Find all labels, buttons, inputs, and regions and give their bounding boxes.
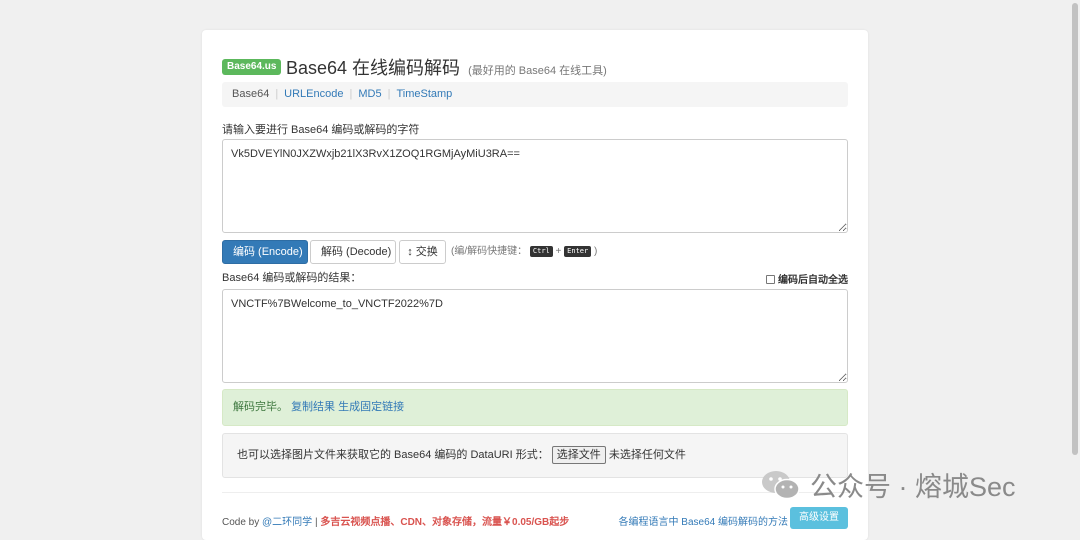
wechat-icon (762, 470, 800, 499)
main-card: Base64.us Base64 在线编码解码 (最好用的 Base64 在线工… (202, 30, 868, 540)
swap-button[interactable]: ↕ 交换 (399, 240, 446, 264)
scrollbar-thumb[interactable] (1072, 3, 1078, 455)
kbd-ctrl: Ctrl (529, 245, 553, 257)
footer-credits: Code by @二环同学 | 多吉云视频点播、CDN、对象存储，流量￥0.05… (222, 513, 569, 528)
choose-file-button[interactable]: 选择文件 (551, 446, 606, 465)
swap-arrows-icon: ↕ (407, 246, 413, 258)
nav-item-urlencode[interactable]: URLEncode (284, 88, 343, 100)
nav-item-timestamp[interactable]: TimeStamp (396, 88, 452, 100)
status-alert: 解码完毕。 复制结果 生成固定链接 (222, 389, 848, 426)
brand-badge[interactable]: Base64.us (222, 59, 282, 75)
watermark: 公众号 · 熔城Sec (760, 465, 1016, 504)
auto-select-checkbox[interactable] (766, 275, 775, 284)
encode-button[interactable]: 编码 (Encode) (222, 240, 308, 264)
copy-result-link[interactable]: 复制结果 (291, 401, 335, 413)
auto-select-label: 编码后自动全选 (778, 275, 848, 286)
kbd-enter: Enter (564, 245, 592, 257)
nav-separator: | (387, 88, 391, 100)
ad-link[interactable]: 多吉云视频点播、CDN、对象存储，流量￥0.05/GB起步 (320, 517, 569, 528)
output-textarea[interactable]: VNCTF%7BWelcome_to_VNCTF2022%7D (222, 289, 848, 383)
watermark-text: 公众号 · 熔城Sec (810, 472, 1016, 502)
nav-separator: | (275, 88, 279, 100)
permalink-link[interactable]: 生成固定链接 (338, 401, 404, 413)
methods-link[interactable]: 各编程语言中 Base64 编码解码的方法 (619, 513, 788, 528)
output-label: Base64 编码或解码的结果： (222, 272, 362, 284)
footer-divider (222, 492, 848, 493)
page-title: Base64 在线编码解码 (最好用的 Base64 在线工具) (286, 54, 607, 80)
input-textarea[interactable]: Vk5DVEYlN0JXZWxjb21lX3RvX1ZOQ1RGMjAyMiU3… (222, 139, 848, 233)
decode-button[interactable]: 解码 (Decode) (310, 240, 396, 264)
hint-plus: + (555, 246, 562, 257)
advanced-settings-button[interactable]: 高级设置 (790, 507, 848, 529)
nav-item-base64[interactable]: Base64 (232, 88, 269, 100)
upload-panel: 也可以选择图片文件来获取它的 Base64 编码的 DataURI 形式： 选择… (222, 433, 848, 478)
input-label: 请输入要进行 Base64 编码或解码的字符 (222, 124, 420, 136)
upload-text: 也可以选择图片文件来获取它的 Base64 编码的 DataURI 形式： (237, 449, 549, 461)
nav-item-md5[interactable]: MD5 (358, 88, 381, 100)
status-message: 解码完毕。 (233, 401, 288, 413)
code-by-label: Code by (222, 517, 260, 528)
page-scrollbar[interactable] (1070, 0, 1080, 525)
author-link[interactable]: @二环同学 (262, 517, 312, 528)
no-file-text: 未选择任何文件 (608, 449, 686, 461)
auto-select-option[interactable]: 编码后自动全选 (766, 271, 848, 286)
tool-nav: Base64 | URLEncode | MD5 | TimeStamp (222, 82, 848, 107)
shortcut-hint: (编/解码快捷键： Ctrl + Enter ) (451, 245, 597, 259)
page-title-text: Base64 在线编码解码 (286, 58, 461, 78)
swap-label: 交换 (415, 246, 438, 258)
hint-suffix: ) (594, 246, 598, 257)
nav-separator: | (349, 88, 353, 100)
footer-separator: | (314, 517, 318, 528)
hint-prefix: (编/解码快捷键： (451, 246, 528, 257)
page-subtitle: (最好用的 Base64 在线工具) (468, 65, 607, 77)
